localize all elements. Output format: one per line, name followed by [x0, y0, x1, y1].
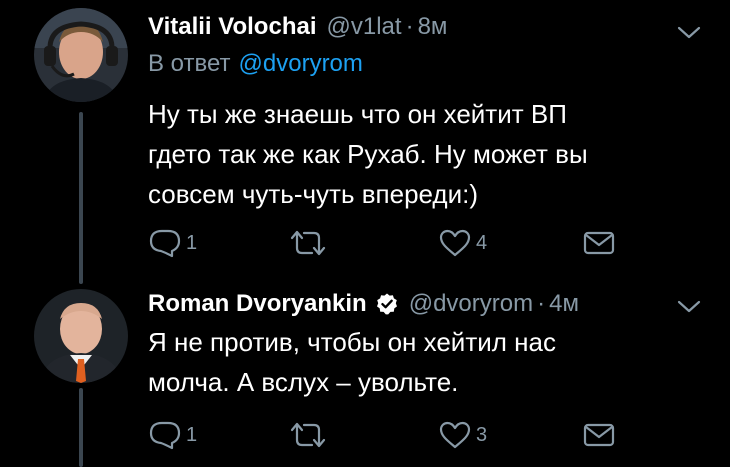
display-name[interactable]: Vitalii Volochai	[148, 13, 317, 41]
reply-count: 1	[186, 423, 198, 446]
avatar[interactable]	[34, 289, 128, 383]
envelope-icon	[583, 423, 615, 447]
tweet-actions: 1 4	[148, 226, 628, 260]
tweet-text-line: молча. А вслух – увольте.	[148, 367, 459, 397]
separator: ·	[537, 290, 546, 317]
thread-connector	[79, 388, 83, 467]
like-count: 4	[476, 231, 488, 254]
retweet-icon	[290, 422, 326, 448]
chevron-down-icon[interactable]	[676, 22, 702, 42]
tweet-text-line: Ну ты же знаешь что он хейтит ВП	[148, 99, 567, 129]
like-button[interactable]: 4	[438, 226, 487, 260]
reply-button[interactable]: 1	[148, 226, 197, 260]
reply-mention-link[interactable]: @dvoryrom	[239, 50, 363, 77]
tweet[interactable]: Vitalii Volochai @v1lat · 8м В ответ @dvo…	[0, 0, 730, 284]
avatar[interactable]	[34, 8, 128, 102]
separator: ·	[405, 13, 414, 40]
handle[interactable]: @v1lat	[327, 13, 402, 41]
chevron-down-icon[interactable]	[676, 296, 702, 316]
tweet-text: Ну ты же знаешь что он хейтит ВП гдето т…	[148, 94, 588, 214]
reply-button[interactable]: 1	[148, 418, 197, 452]
reply-icon	[149, 229, 181, 258]
tweet-actions: 1 3	[148, 418, 628, 452]
retweet-icon	[290, 230, 326, 256]
retweet-button[interactable]	[288, 226, 328, 260]
tweet-text-line: совсем чуть-чуть впереди:)	[148, 179, 478, 209]
tweet-header: Vitalii Volochai @v1lat · 8м	[148, 10, 447, 44]
reply-icon	[149, 421, 181, 450]
timestamp[interactable]: 8м	[418, 13, 448, 41]
reply-count: 1	[186, 231, 198, 254]
heart-icon	[439, 229, 471, 257]
thread-connector	[79, 112, 83, 284]
tweet[interactable]: Roman Dvoryankin @dvoryrom · 4м Я не про…	[0, 284, 730, 467]
direct-message-button[interactable]	[582, 226, 616, 260]
reply-context: В ответ @dvoryrom	[148, 50, 363, 78]
tweet-text-line: Я не против, чтобы он хейтил нас	[148, 327, 556, 357]
like-count: 3	[476, 423, 488, 446]
direct-message-button[interactable]	[582, 418, 616, 452]
timestamp[interactable]: 4м	[549, 290, 579, 318]
tweet-text-line: гдето так же как Рухаб. Ну может вы	[148, 139, 588, 169]
tweet-thread: Vitalii Volochai @v1lat · 8м В ответ @dvo…	[0, 0, 730, 467]
verified-badge-icon	[376, 293, 397, 315]
like-button[interactable]: 3	[438, 418, 487, 452]
tweet-header: Roman Dvoryankin @dvoryrom · 4м	[148, 287, 579, 321]
heart-icon	[439, 421, 471, 449]
retweet-button[interactable]	[288, 418, 328, 452]
tweet-text: Я не против, чтобы он хейтил нас молча. …	[148, 322, 556, 402]
reply-prefix: В ответ	[148, 50, 231, 77]
display-name[interactable]: Roman Dvoryankin	[148, 290, 367, 318]
handle[interactable]: @dvoryrom	[409, 290, 533, 318]
envelope-icon	[583, 231, 615, 255]
